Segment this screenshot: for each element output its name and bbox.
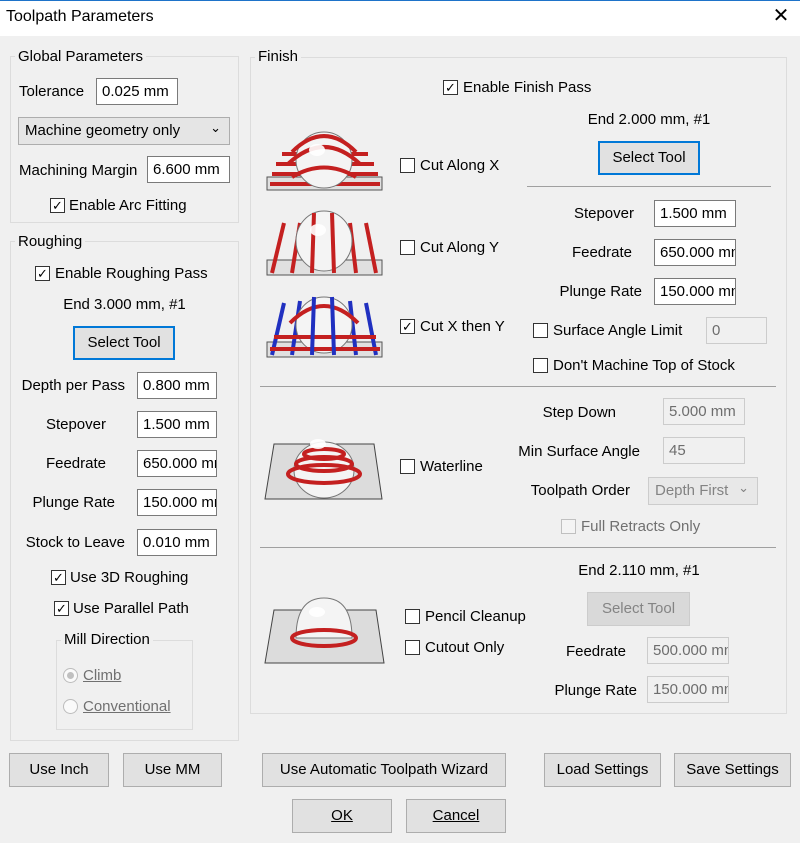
finish-stepover-input[interactable]: 1.500 mm bbox=[654, 200, 736, 227]
waterline-illustration bbox=[264, 439, 383, 500]
margin-label: Machining Margin bbox=[19, 162, 138, 179]
geometry-select[interactable]: Machine geometry only ⌄ bbox=[18, 117, 230, 145]
finish-plunge-label: Plunge Rate bbox=[559, 283, 642, 300]
toolpath-wizard-button[interactable]: Use Automatic Toolpath Wizard bbox=[262, 753, 506, 787]
mill-direction-label: Mill Direction bbox=[61, 631, 153, 648]
surface-angle-input[interactable]: 0 bbox=[706, 317, 767, 344]
window-title: Toolpath Parameters bbox=[6, 8, 154, 25]
depth-per-pass-input[interactable]: 0.800 mm bbox=[137, 372, 217, 399]
roughing-feedrate-input[interactable]: 650.000 mm bbox=[137, 450, 217, 477]
finish-separator-1 bbox=[260, 386, 776, 387]
arc-fitting-label: Enable Arc Fitting bbox=[69, 197, 187, 214]
step-down-input[interactable]: 5.000 mm bbox=[663, 398, 745, 425]
dont-machine-top-label: Don't Machine Top of Stock bbox=[553, 357, 735, 374]
use-3d-roughing-checkbox[interactable]: ✓ bbox=[51, 570, 66, 585]
pencil-tool-text: End 2.110 mm, #1 bbox=[578, 562, 700, 579]
mill-direction-group bbox=[56, 640, 193, 730]
roughing-stepover-input[interactable]: 1.500 mm bbox=[137, 411, 217, 438]
full-retracts-label: Full Retracts Only bbox=[581, 518, 701, 535]
enable-finish-label: Enable Finish Pass bbox=[463, 79, 592, 96]
use-mm-button[interactable]: Use MM bbox=[123, 753, 222, 787]
close-icon[interactable]: ✕ bbox=[770, 4, 792, 28]
toolpath-order-value: Depth First bbox=[655, 482, 729, 499]
tolerance-input[interactable]: 0.025 mm bbox=[96, 78, 178, 105]
roughing-select-tool-button[interactable]: Select Tool bbox=[73, 326, 175, 360]
pencil-cleanup-label: Pencil Cleanup bbox=[425, 608, 526, 625]
roughing-plunge-input[interactable]: 150.000 mm bbox=[137, 489, 217, 516]
cut-along-x-checkbox[interactable] bbox=[400, 158, 415, 173]
roughing-tool-text: End 3.000 mm, #1 bbox=[63, 296, 186, 313]
dont-machine-top-checkbox[interactable] bbox=[533, 358, 548, 373]
use-3d-roughing-label: Use 3D Roughing bbox=[70, 569, 189, 586]
finish-select-tool-button[interactable]: Select Tool bbox=[598, 141, 700, 175]
depth-per-pass-label: Depth per Pass bbox=[21, 377, 125, 394]
cutout-only-label: Cutout Only bbox=[425, 639, 505, 656]
save-settings-button[interactable]: Save Settings bbox=[674, 753, 791, 787]
toolpath-order-label: Toolpath Order bbox=[530, 482, 630, 499]
cut-along-y-checkbox[interactable] bbox=[400, 240, 415, 255]
climb-radio[interactable] bbox=[63, 668, 78, 683]
cut-along-x-label: Cut Along X bbox=[420, 157, 500, 174]
roughing-plunge-label: Plunge Rate bbox=[32, 494, 115, 511]
min-surface-angle-label: Min Surface Angle bbox=[518, 443, 640, 460]
geometry-select-value: Machine geometry only bbox=[25, 122, 181, 139]
finish-separator-2 bbox=[260, 547, 776, 548]
roughing-label: Roughing bbox=[15, 233, 86, 250]
cut-x-then-y-label: Cut X then Y bbox=[420, 318, 505, 335]
conventional-radio[interactable] bbox=[63, 699, 78, 714]
cut-x-then-y-checkbox[interactable]: ✓ bbox=[400, 319, 415, 334]
step-down-label: Step Down bbox=[542, 404, 616, 421]
toolpath-order-select[interactable]: Depth First ⌄ bbox=[648, 477, 758, 505]
cut-along-y-label: Cut Along Y bbox=[420, 239, 499, 256]
pencil-select-tool-button[interactable]: Select Tool bbox=[587, 592, 690, 626]
enable-roughing-label: Enable Roughing Pass bbox=[55, 265, 208, 282]
finish-tool-text: End 2.000 mm, #1 bbox=[587, 111, 711, 128]
ok-button[interactable]: OK bbox=[292, 799, 392, 833]
use-parallel-path-checkbox[interactable]: ✓ bbox=[54, 601, 69, 616]
climb-label: Climb bbox=[83, 667, 122, 684]
surface-angle-label: Surface Angle Limit bbox=[553, 322, 683, 339]
tolerance-label: Tolerance bbox=[19, 83, 85, 100]
cut-along-y-illustration bbox=[266, 210, 383, 276]
finish-feedrate-label: Feedrate bbox=[571, 244, 632, 261]
stock-to-leave-input[interactable]: 0.010 mm bbox=[137, 529, 217, 556]
finish-label: Finish bbox=[255, 48, 302, 65]
pencil-feedrate-input[interactable]: 500.000 mm bbox=[647, 637, 729, 664]
roughing-stepover-label: Stepover bbox=[45, 416, 106, 433]
chevron-down-icon: ⌄ bbox=[210, 120, 221, 135]
finish-feedrate-input[interactable]: 650.000 mm bbox=[654, 239, 736, 266]
cut-x-then-y-illustration bbox=[266, 296, 383, 358]
enable-roughing-checkbox[interactable]: ✓ bbox=[35, 266, 50, 281]
use-parallel-path-label: Use Parallel Path bbox=[73, 600, 189, 617]
waterline-checkbox[interactable] bbox=[400, 459, 415, 474]
pencil-cleanup-illustration bbox=[264, 597, 385, 664]
load-settings-button[interactable]: Load Settings bbox=[544, 753, 661, 787]
finish-stepover-label: Stepover bbox=[573, 205, 634, 222]
arc-fitting-checkbox[interactable]: ✓ bbox=[50, 198, 65, 213]
pencil-cleanup-checkbox[interactable] bbox=[405, 609, 420, 624]
pencil-plunge-label: Plunge Rate bbox=[554, 682, 637, 699]
pencil-feedrate-label: Feedrate bbox=[565, 643, 626, 660]
finish-separator-top bbox=[527, 186, 771, 187]
pencil-plunge-input[interactable]: 150.000 mm bbox=[647, 676, 729, 703]
chevron-down-icon: ⌄ bbox=[738, 480, 749, 495]
enable-finish-checkbox[interactable]: ✓ bbox=[443, 80, 458, 95]
cut-along-x-illustration bbox=[266, 131, 383, 191]
stock-to-leave-label: Stock to Leave bbox=[25, 534, 125, 551]
margin-input[interactable]: 6.600 mm bbox=[147, 156, 230, 183]
finish-plunge-input[interactable]: 150.000 mm bbox=[654, 278, 736, 305]
surface-angle-checkbox[interactable] bbox=[533, 323, 548, 338]
roughing-feedrate-label: Feedrate bbox=[45, 455, 106, 472]
cancel-button[interactable]: Cancel bbox=[406, 799, 506, 833]
conventional-label: Conventional bbox=[83, 698, 171, 715]
min-surface-angle-input[interactable]: 45 bbox=[663, 437, 745, 464]
cutout-only-checkbox[interactable] bbox=[405, 640, 420, 655]
use-inch-button[interactable]: Use Inch bbox=[9, 753, 109, 787]
global-parameters-label: Global Parameters bbox=[15, 48, 147, 65]
full-retracts-checkbox[interactable] bbox=[561, 519, 576, 534]
waterline-label: Waterline bbox=[420, 458, 483, 475]
